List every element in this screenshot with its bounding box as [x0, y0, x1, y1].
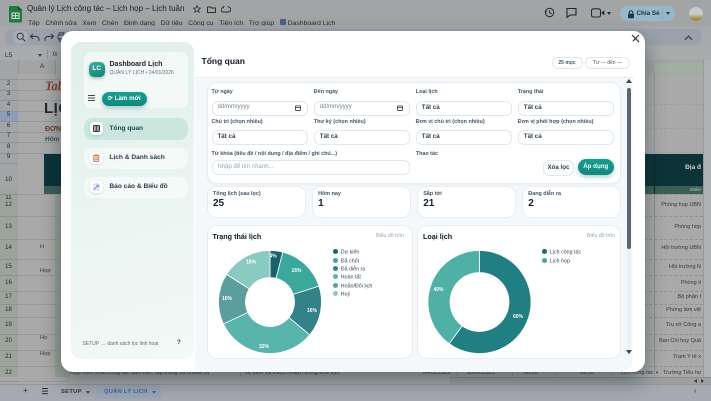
svg-text:32%: 32%: [259, 344, 270, 350]
svg-text:60%: 60%: [513, 314, 524, 320]
svg-text:16%: 16%: [246, 259, 257, 265]
svg-text:16%: 16%: [222, 296, 233, 302]
svg-text:16%: 16%: [291, 268, 302, 274]
svg-text:16%: 16%: [307, 308, 318, 314]
svg-text:40%: 40%: [433, 287, 444, 293]
svg-text:4%: 4%: [269, 254, 277, 260]
